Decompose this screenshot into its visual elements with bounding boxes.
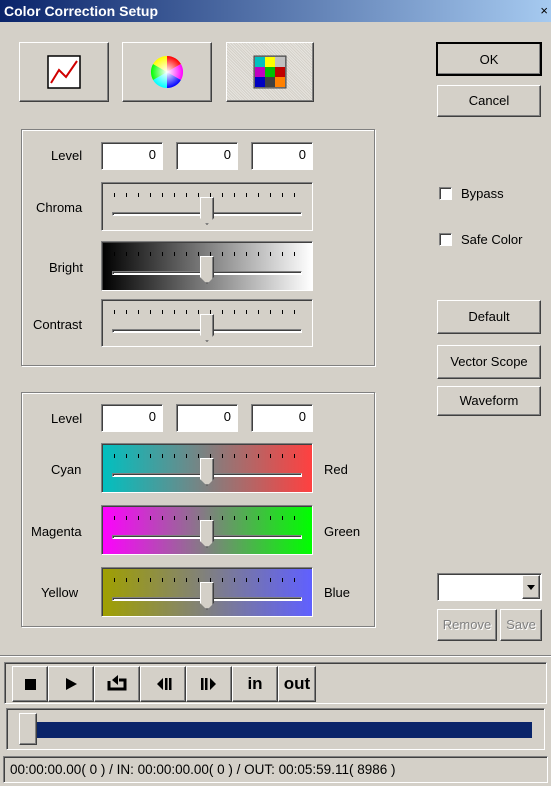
step-back-icon	[157, 678, 172, 690]
default-button[interactable]: Default	[437, 300, 541, 334]
title-bar: Color Correction Setup ×	[0, 0, 551, 22]
bypass-label: Bypass	[461, 186, 504, 201]
color-wheel-mode-button[interactable]	[122, 42, 212, 102]
stop-button[interactable]	[12, 666, 48, 702]
mark-out-button[interactable]: out	[278, 666, 316, 702]
timeline-thumb[interactable]	[19, 713, 37, 745]
chroma-label: Chroma	[36, 200, 83, 215]
step-forward-button[interactable]	[186, 666, 232, 702]
slider-thumb[interactable]	[200, 520, 214, 548]
color-grid-mode-button[interactable]	[226, 42, 314, 102]
safe-color-checkbox[interactable]	[439, 233, 452, 246]
chroma-slider[interactable]	[101, 182, 313, 231]
waveform-button[interactable]: Waveform	[437, 386, 541, 416]
slider-thumb[interactable]	[200, 458, 214, 486]
slider-ticks	[114, 578, 298, 582]
timeline-track[interactable]	[6, 708, 545, 750]
stop-icon	[25, 679, 36, 690]
luma-level-field-3[interactable]: 0	[251, 142, 313, 170]
contrast-label: Contrast	[33, 317, 83, 332]
status-bar: 00:00:00.00( 0 ) / IN: 00:00:00.00( 0 ) …	[3, 756, 548, 783]
close-icon[interactable]: ×	[540, 0, 548, 22]
cyan-red-slider[interactable]	[101, 443, 313, 493]
color-level-field-3[interactable]: 0	[251, 404, 313, 432]
color-level-field-1[interactable]: 0	[101, 404, 163, 432]
color-level-label: Level	[51, 411, 83, 426]
color-wheel-icon	[150, 55, 184, 89]
save-button[interactable]: Save	[500, 609, 542, 641]
luma-level-field-2[interactable]: 0	[176, 142, 238, 170]
contrast-slider[interactable]	[101, 299, 313, 347]
slider-thumb[interactable]	[200, 256, 214, 284]
cyan-label: Cyan	[51, 462, 82, 477]
window-title: Color Correction Setup	[4, 3, 159, 19]
vector-scope-button[interactable]: Vector Scope	[437, 345, 541, 379]
slider-thumb[interactable]	[200, 582, 214, 610]
blue-label: Blue	[324, 585, 351, 600]
green-label: Green	[324, 524, 361, 539]
play-button[interactable]	[48, 666, 94, 702]
bright-slider[interactable]	[101, 241, 313, 291]
cancel-button[interactable]: Cancel	[437, 85, 541, 117]
luma-level-label: Level	[51, 148, 83, 163]
magenta-label: Magenta	[31, 524, 82, 539]
yellow-blue-slider[interactable]	[101, 567, 313, 617]
slider-ticks	[114, 193, 298, 197]
magenta-green-slider[interactable]	[101, 505, 313, 555]
preset-dropdown[interactable]	[437, 573, 542, 601]
slider-thumb[interactable]	[200, 314, 214, 342]
divider	[0, 655, 551, 657]
remove-button[interactable]: Remove	[437, 609, 497, 641]
yellow-label: Yellow	[41, 585, 79, 600]
curve-icon	[47, 55, 81, 89]
slider-ticks	[114, 310, 298, 314]
safe-color-label: Safe Color	[461, 232, 523, 247]
curve-mode-button[interactable]	[19, 42, 109, 102]
slider-ticks	[114, 252, 298, 256]
red-label: Red	[324, 462, 348, 477]
step-forward-icon	[201, 678, 216, 690]
ok-button[interactable]: OK	[436, 42, 542, 76]
color-grid-icon	[253, 55, 287, 89]
loop-button[interactable]	[94, 666, 140, 702]
chevron-down-icon[interactable]	[522, 575, 540, 599]
loop-icon	[107, 675, 127, 691]
bypass-checkbox[interactable]	[439, 187, 452, 200]
bright-label: Bright	[49, 260, 83, 275]
timeline-bar	[19, 722, 532, 738]
mark-in-button[interactable]: in	[232, 666, 278, 702]
slider-thumb[interactable]	[200, 197, 214, 225]
luma-level-field-1[interactable]: 0	[101, 142, 163, 170]
slider-ticks	[114, 516, 298, 520]
step-back-button[interactable]	[140, 666, 186, 702]
timecode-status: 00:00:00.00( 0 ) / IN: 00:00:00.00( 0 ) …	[10, 762, 396, 777]
play-icon	[66, 678, 77, 690]
slider-ticks	[114, 454, 298, 458]
color-level-field-2[interactable]: 0	[176, 404, 238, 432]
